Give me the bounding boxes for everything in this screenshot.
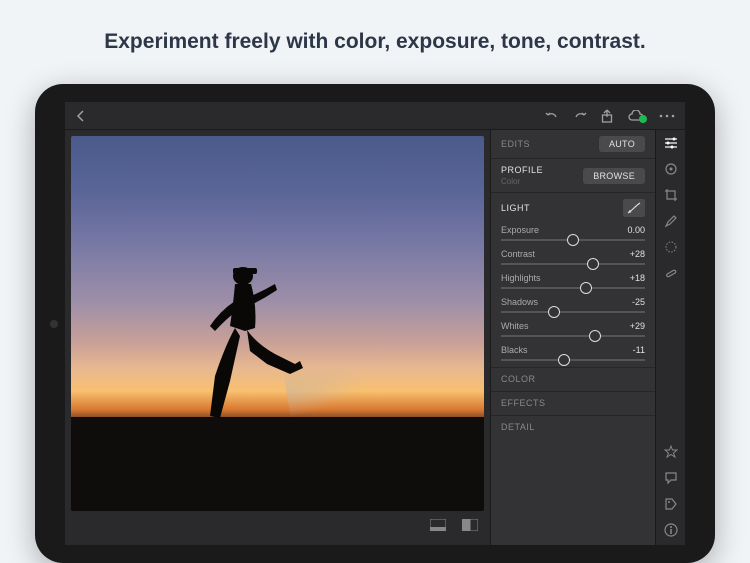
share-button[interactable] bbox=[601, 109, 613, 123]
photo-silhouette bbox=[195, 256, 305, 426]
slider-blacks[interactable] bbox=[501, 359, 645, 361]
slider-row-shadows: Shadows -25 bbox=[501, 297, 645, 313]
effects-section-label: EFFECTS bbox=[501, 398, 546, 408]
tablet-device-frame: EDITS AUTO PROFILE Color BROWSE bbox=[35, 84, 715, 563]
profile-label: PROFILE bbox=[501, 165, 543, 175]
device-camera bbox=[50, 320, 58, 328]
slider-thumb[interactable] bbox=[548, 306, 560, 318]
slider-value: 0.00 bbox=[627, 225, 645, 235]
keywords-tag-icon[interactable] bbox=[664, 497, 678, 511]
slider-value: +18 bbox=[630, 273, 645, 283]
slider-name: Contrast bbox=[501, 249, 535, 259]
slider-highlights[interactable] bbox=[501, 287, 645, 289]
detail-section-header[interactable]: DETAIL bbox=[491, 416, 655, 439]
slider-row-blacks: Blacks -11 bbox=[501, 345, 645, 361]
target-adjust-tool-icon[interactable] bbox=[664, 162, 678, 176]
slider-contrast[interactable] bbox=[501, 263, 645, 265]
photo-ground bbox=[71, 417, 484, 511]
browse-profiles-button[interactable]: BROWSE bbox=[583, 168, 645, 184]
healing-tool-icon[interactable] bbox=[664, 266, 678, 280]
comments-icon[interactable] bbox=[664, 471, 678, 485]
brush-tool-icon[interactable] bbox=[664, 214, 678, 228]
filmstrip-toggle-icon[interactable] bbox=[430, 519, 446, 531]
slider-row-whites: Whites +29 bbox=[501, 321, 645, 337]
slider-value: -11 bbox=[633, 345, 645, 355]
slider-thumb[interactable] bbox=[580, 282, 592, 294]
slider-name: Exposure bbox=[501, 225, 539, 235]
slider-exposure[interactable] bbox=[501, 239, 645, 241]
main-area: EDITS AUTO PROFILE Color BROWSE bbox=[65, 130, 685, 545]
slider-thumb[interactable] bbox=[587, 258, 599, 270]
color-section-label: COLOR bbox=[501, 374, 536, 384]
slider-row-exposure: Exposure 0.00 bbox=[501, 225, 645, 241]
slider-thumb[interactable] bbox=[558, 354, 570, 366]
edits-label: EDITS bbox=[501, 139, 530, 149]
photo-preview[interactable] bbox=[71, 136, 484, 511]
detail-section-label: DETAIL bbox=[501, 422, 535, 432]
slider-name: Shadows bbox=[501, 297, 538, 307]
app-screen: EDITS AUTO PROFILE Color BROWSE bbox=[65, 102, 685, 545]
auto-button[interactable]: AUTO bbox=[599, 136, 645, 152]
tool-rail bbox=[655, 130, 685, 545]
info-icon[interactable] bbox=[664, 523, 678, 537]
slider-value: +29 bbox=[630, 321, 645, 331]
slider-name: Blacks bbox=[501, 345, 528, 355]
more-options-button[interactable] bbox=[659, 114, 675, 118]
undo-button[interactable] bbox=[545, 110, 559, 122]
effects-section-header[interactable]: EFFECTS bbox=[491, 392, 655, 416]
edits-section: EDITS AUTO bbox=[491, 130, 655, 159]
slider-thumb[interactable] bbox=[567, 234, 579, 246]
slider-value: +28 bbox=[630, 249, 645, 259]
slider-row-contrast: Contrast +28 bbox=[501, 249, 645, 265]
slider-name: Highlights bbox=[501, 273, 541, 283]
slider-thumb[interactable] bbox=[589, 330, 601, 342]
marketing-headline: Experiment freely with color, exposure, … bbox=[104, 30, 645, 54]
slider-value: -25 bbox=[632, 297, 645, 307]
slider-name: Whites bbox=[501, 321, 529, 331]
profile-value: Color bbox=[501, 177, 543, 186]
canvas-area bbox=[65, 130, 490, 545]
adjust-sliders-tool-icon[interactable] bbox=[663, 136, 679, 150]
crop-tool-icon[interactable] bbox=[664, 188, 678, 202]
tone-curve-button[interactable] bbox=[623, 199, 645, 217]
color-section-header[interactable]: COLOR bbox=[491, 368, 655, 392]
slider-shadows[interactable] bbox=[501, 311, 645, 313]
rate-star-icon[interactable] bbox=[664, 445, 678, 459]
before-after-toggle-icon[interactable] bbox=[462, 519, 478, 531]
canvas-footer bbox=[71, 511, 484, 539]
sliders-container: Exposure 0.00 Contrast +28 Highlights +18 Shad… bbox=[501, 225, 645, 361]
light-section: LIGHT Exposure 0.00 Contrast +28 Highlights +… bbox=[491, 193, 655, 368]
slider-row-highlights: Highlights +18 bbox=[501, 273, 645, 289]
cloud-sync-status-icon[interactable] bbox=[627, 110, 645, 122]
top-toolbar bbox=[65, 102, 685, 130]
slider-whites[interactable] bbox=[501, 335, 645, 337]
edit-panel: EDITS AUTO PROFILE Color BROWSE bbox=[490, 130, 655, 545]
light-label: LIGHT bbox=[501, 203, 530, 213]
redo-button[interactable] bbox=[573, 110, 587, 122]
profile-section: PROFILE Color BROWSE bbox=[491, 159, 655, 193]
radial-filter-tool-icon[interactable] bbox=[664, 240, 678, 254]
back-button[interactable] bbox=[75, 110, 87, 122]
